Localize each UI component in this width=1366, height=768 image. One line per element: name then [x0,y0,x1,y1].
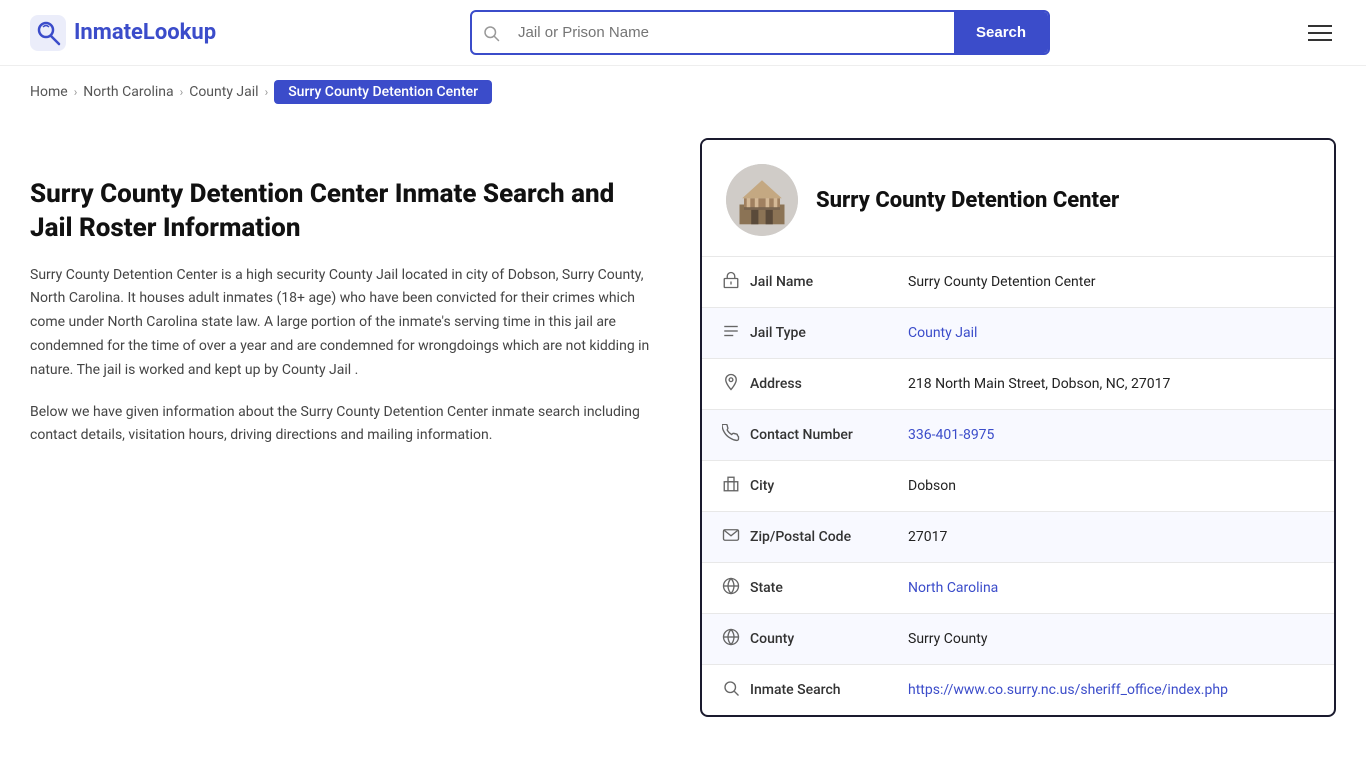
row-value-7: Surry County [892,617,1334,661]
row-label-4: City [702,461,892,511]
row-label-text-6: State [750,580,783,596]
row-label-text-8: Inmate Search [750,682,841,698]
hamburger-line-3 [1308,39,1332,41]
facility-name: Surry County Detention Center [816,188,1119,213]
row-value-6[interactable]: North Carolina [892,566,1334,610]
row-value-2: 218 North Main Street, Dobson, NC, 27017 [892,362,1334,406]
breadcrumb-chevron-1: › [74,85,78,99]
row-label-text-0: Jail Name [750,274,813,290]
row-label-8: Inmate Search [702,665,892,715]
card-header: Surry County Detention Center [702,140,1334,256]
row-icon-0 [722,271,740,293]
info-row-zip/postal-code: Zip/Postal Code 27017 [702,511,1334,562]
row-icon-5 [722,526,740,548]
row-value-1[interactable]: County Jail [892,311,1334,355]
row-label-2: Address [702,359,892,409]
info-table-wrapper: Jail NameSurry County Detention CenterJa… [702,256,1334,715]
breadcrumb-home[interactable]: Home [30,84,68,100]
row-link-3[interactable]: 336-401-8975 [908,427,994,443]
logo-link[interactable]: InmateLookup [30,15,216,51]
info-card: Surry County Detention Center Jail Name S… [700,138,1336,717]
main-container: Surry County Detention Center Inmate Sea… [0,118,1366,737]
page-heading: Surry County Detention Center Inmate Sea… [30,178,650,246]
row-label-0: Jail Name [702,257,892,307]
row-label-text-5: Zip/Postal Code [750,529,851,545]
info-row-city: City Dobson [702,460,1334,511]
logo-text: InmateLookup [74,20,216,45]
info-row-jail-name: Jail Name Surry County Detention Center [702,256,1334,307]
row-icon-7 [722,628,740,650]
info-row-inmate-search: Inmate Search https://www.co.surry.nc.us/… [702,664,1334,715]
hamburger-button[interactable] [1304,21,1336,45]
row-value-5: 27017 [892,515,1334,559]
row-label-text-1: Jail Type [750,325,806,341]
logo-icon [30,15,66,51]
facility-avatar [726,164,798,236]
search-icon [482,24,500,42]
site-header: InmateLookup Search [0,0,1366,66]
row-icon-1 [722,322,740,344]
row-icon-3 [722,424,740,446]
search-input[interactable] [510,14,954,51]
search-icon-wrap [472,24,510,42]
row-label-3: Contact Number [702,410,892,460]
hamburger-line-1 [1308,25,1332,27]
row-value-8[interactable]: https://www.co.surry.nc.us/sheriff_offic… [892,668,1334,712]
row-label-text-2: Address [750,376,802,392]
info-rows: Jail NameSurry County Detention CenterJa… [702,256,1334,715]
breadcrumb-current: Surry County Detention Center [274,80,492,104]
search-button[interactable]: Search [954,12,1048,53]
row-label-1: Jail Type [702,308,892,358]
row-link-6[interactable]: North Carolina [908,580,998,596]
page-desc-2: Below we have given information about th… [30,401,650,449]
info-row-jail-type: Jail Type County Jail [702,307,1334,358]
search-wrapper: Search [470,10,1050,55]
info-row-contact-number: Contact Number 336-401-8975 [702,409,1334,460]
facility-building-icon [726,164,798,236]
row-label-text-7: County [750,631,794,647]
row-label-6: State [702,563,892,613]
row-value-4: Dobson [892,464,1334,508]
row-label-7: County [702,614,892,664]
row-icon-6 [722,577,740,599]
row-label-text-4: City [750,478,774,494]
row-icon-4 [722,475,740,497]
left-content: Surry County Detention Center Inmate Sea… [30,138,670,717]
breadcrumb-chevron-2: › [180,85,184,99]
row-label-text-3: Contact Number [750,427,853,443]
row-link-1[interactable]: County Jail [908,325,977,341]
row-value-0: Surry County Detention Center [892,260,1334,304]
page-desc-1: Surry County Detention Center is a high … [30,264,650,383]
breadcrumb: Home › North Carolina › County Jail › Su… [0,66,1366,118]
info-row-state: State North Carolina [702,562,1334,613]
hamburger-line-2 [1308,32,1332,34]
breadcrumb-state[interactable]: North Carolina [83,84,173,100]
row-label-5: Zip/Postal Code [702,512,892,562]
breadcrumb-chevron-3: › [265,85,269,99]
info-row-address: Address 218 North Main Street, Dobson, NC… [702,358,1334,409]
row-value-3[interactable]: 336-401-8975 [892,413,1334,457]
search-area: Search [470,10,1050,55]
row-link-8[interactable]: https://www.co.surry.nc.us/sheriff_offic… [908,682,1228,698]
info-row-county: County Surry County [702,613,1334,664]
row-icon-8 [722,679,740,701]
breadcrumb-type[interactable]: County Jail [189,84,258,100]
row-icon-2 [722,373,740,395]
